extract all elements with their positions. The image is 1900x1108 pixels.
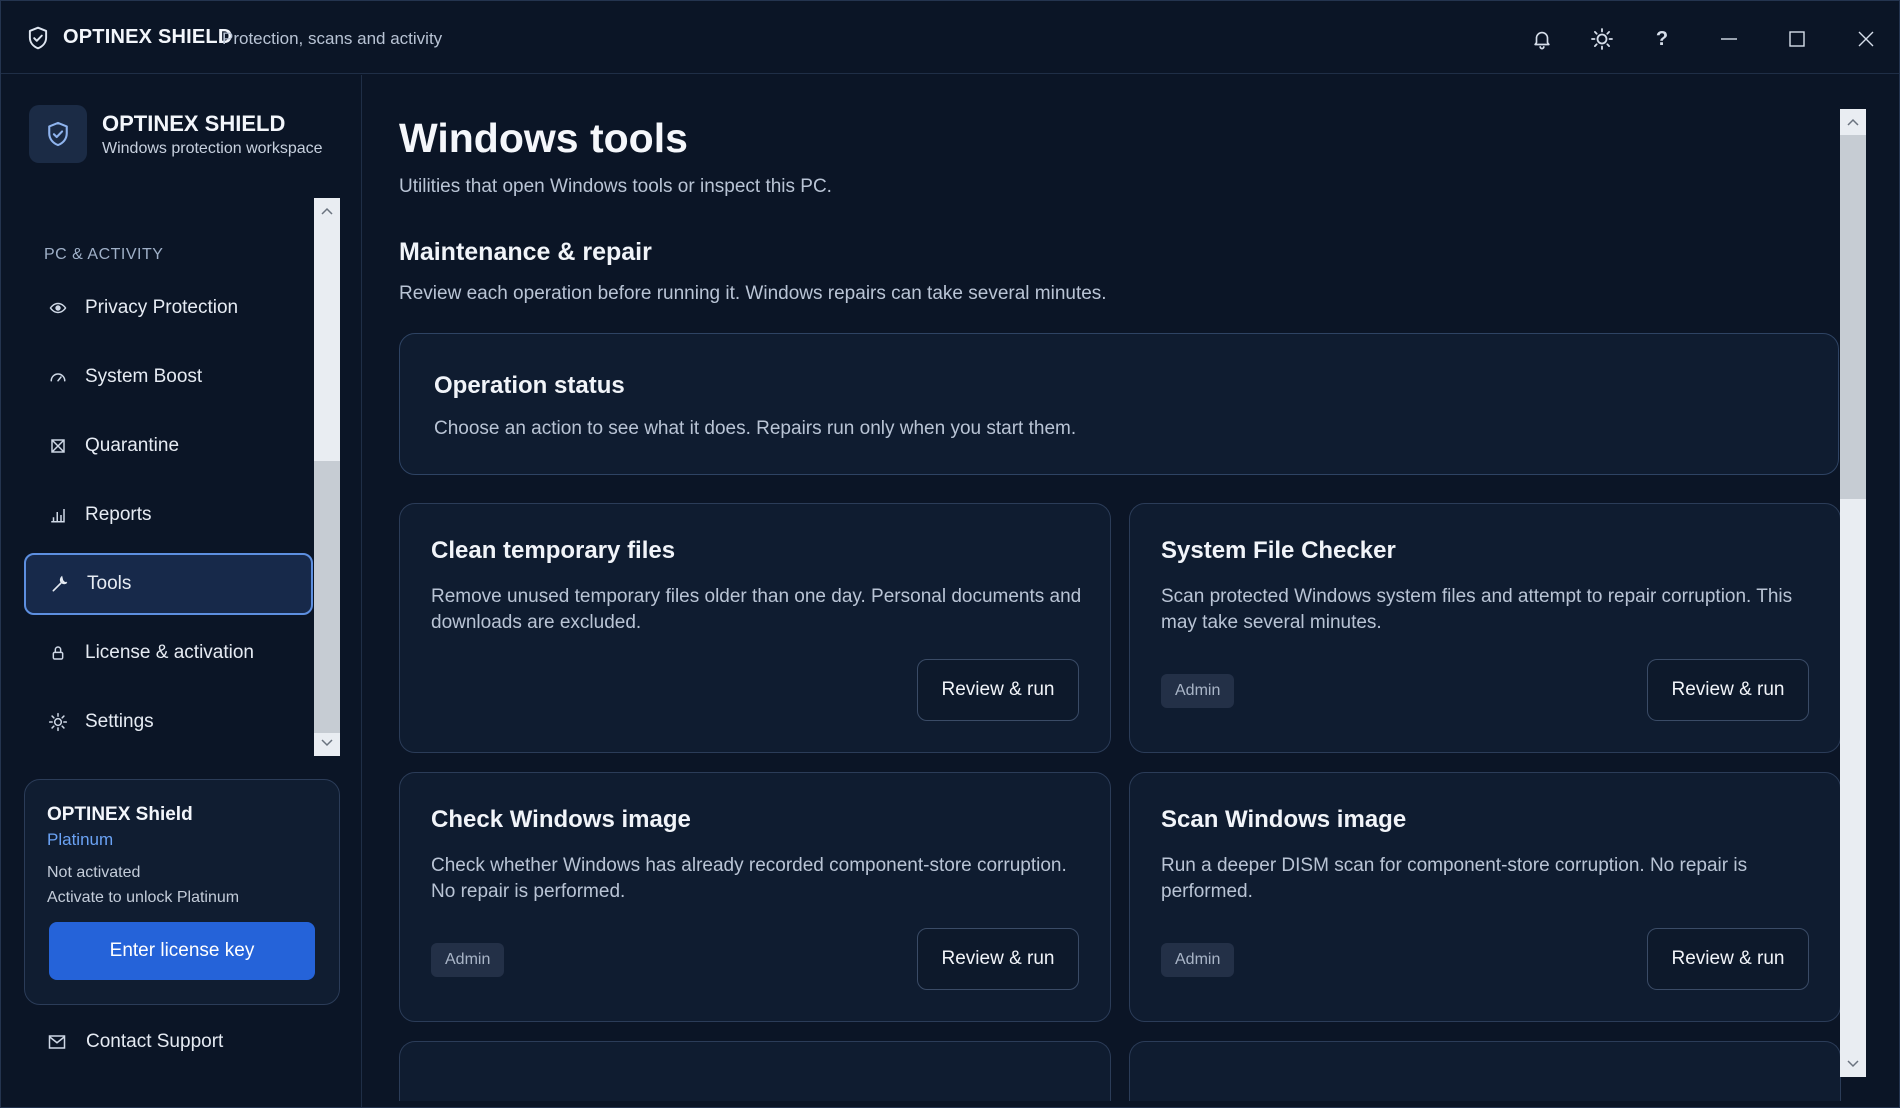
tool-title: Clean temporary files bbox=[431, 537, 676, 564]
main-scroll-thumb[interactable] bbox=[1840, 135, 1866, 499]
eye-icon bbox=[48, 298, 68, 318]
sidebar-item-label: Quarantine bbox=[85, 435, 180, 456]
wrench-icon bbox=[50, 574, 70, 594]
review-run-button[interactable]: Review & run bbox=[1647, 659, 1809, 721]
sidebar-item-settings[interactable]: Settings bbox=[24, 691, 313, 753]
nav-section-label: PC & ACTIVITY bbox=[44, 246, 164, 263]
license-product-name: OPTINEX Shield bbox=[47, 804, 193, 825]
quarantine-box-icon bbox=[48, 436, 68, 456]
review-run-button[interactable]: Review & run bbox=[917, 659, 1079, 721]
shield-check-icon bbox=[48, 121, 68, 147]
tool-title: Scan Windows image bbox=[1161, 806, 1407, 833]
page-subtitle: Utilities that open Windows tools or ins… bbox=[399, 176, 832, 197]
shield-logo-icon bbox=[25, 25, 51, 51]
admin-badge: Admin bbox=[431, 943, 505, 977]
bar-chart-icon bbox=[48, 505, 68, 525]
sidebar-item-label: Tools bbox=[87, 573, 132, 594]
title-bar[interactable]: OPTINEX SHIELD Protection, scans and act… bbox=[1, 1, 1899, 74]
sidebar-item-label: Settings bbox=[85, 711, 154, 732]
notifications-button[interactable] bbox=[1522, 19, 1562, 59]
operation-status-description: Choose an action to see what it does. Re… bbox=[434, 418, 1077, 439]
maximize-button[interactable] bbox=[1777, 19, 1817, 59]
main-scrollbar[interactable] bbox=[1840, 109, 1866, 1077]
scroll-down-arrow-icon[interactable] bbox=[314, 732, 340, 754]
license-status: Not activated bbox=[47, 864, 141, 881]
license-tier: Platinum bbox=[47, 830, 114, 849]
maximize-icon bbox=[1789, 31, 1805, 47]
brand-subtitle: Windows protection workspace bbox=[102, 140, 323, 157]
tool-description: Remove unused temporary files older than… bbox=[431, 586, 1082, 633]
page-title: Windows tools bbox=[399, 115, 688, 161]
sun-icon bbox=[1591, 28, 1613, 50]
scroll-down-arrow-icon[interactable] bbox=[1840, 1053, 1866, 1075]
bell-icon bbox=[1534, 31, 1550, 50]
sidebar-item-license-activation[interactable]: License & activation bbox=[24, 622, 313, 684]
scroll-up-arrow-icon[interactable] bbox=[314, 200, 340, 222]
sidebar-item-system-boost[interactable]: System Boost bbox=[24, 346, 313, 408]
minimize-icon bbox=[1721, 38, 1737, 40]
minimize-button[interactable] bbox=[1709, 19, 1749, 59]
app-window: OPTINEX SHIELD Protection, scans and act… bbox=[0, 0, 1900, 1108]
contact-support-link[interactable]: Contact Support bbox=[48, 1031, 223, 1053]
tool-card-check-windows-image: Check Windows image Check whether Window… bbox=[399, 772, 1111, 1022]
tool-description: Scan protected Windows system files and … bbox=[1161, 586, 1793, 633]
close-button[interactable] bbox=[1846, 19, 1886, 59]
sidebar-scroll-thumb[interactable] bbox=[314, 461, 340, 733]
sidebar-item-label: System Boost bbox=[85, 366, 203, 387]
scroll-up-arrow-icon[interactable] bbox=[1840, 111, 1866, 133]
tool-description: Run a deeper DISM scan for component-sto… bbox=[1161, 855, 1748, 902]
tool-card-clean-temp-files: Clean temporary files Remove unused temp… bbox=[399, 503, 1111, 753]
sidebar-item-reports[interactable]: Reports bbox=[24, 484, 313, 546]
operation-status-title: Operation status bbox=[434, 372, 625, 399]
sidebar-item-label: License & activation bbox=[85, 642, 254, 663]
tool-card-scan-windows-image: Scan Windows image Run a deeper DISM sca… bbox=[1129, 772, 1841, 1022]
main-content: Windows tools Utilities that open Window… bbox=[363, 75, 1899, 1107]
close-icon bbox=[1858, 31, 1874, 47]
section-title: Maintenance & repair bbox=[399, 238, 652, 266]
contact-support-label: Contact Support bbox=[86, 1031, 224, 1052]
tool-description: Check whether Windows has already record… bbox=[431, 855, 1067, 902]
sidebar-item-tools[interactable]: Tools bbox=[24, 553, 313, 615]
tool-title: Check Windows image bbox=[431, 806, 691, 833]
enter-license-key-button[interactable]: Enter license key bbox=[49, 922, 315, 980]
speedometer-icon bbox=[48, 367, 68, 387]
gear-icon bbox=[48, 712, 68, 732]
brand-name: OPTINEX SHIELD bbox=[102, 111, 286, 136]
license-card: OPTINEX Shield Platinum Not activated Ac… bbox=[24, 779, 340, 1005]
sidebar-item-quarantine[interactable]: Quarantine bbox=[24, 415, 313, 477]
brand-logo bbox=[29, 105, 87, 163]
review-run-button[interactable]: Review & run bbox=[917, 928, 1079, 990]
lock-icon bbox=[48, 643, 68, 663]
sidebar-item-label: Privacy Protection bbox=[85, 297, 239, 318]
tool-title: System File Checker bbox=[1161, 537, 1396, 564]
tool-card-system-file-checker: System File Checker Scan protected Windo… bbox=[1129, 503, 1841, 753]
app-title: OPTINEX SHIELD bbox=[63, 26, 233, 48]
tool-card-partial bbox=[1129, 1041, 1841, 1101]
admin-badge: Admin bbox=[1161, 674, 1235, 708]
mail-icon bbox=[48, 1035, 66, 1049]
app-subtitle: Protection, scans and activity bbox=[222, 29, 443, 48]
admin-badge: Admin bbox=[1161, 943, 1235, 977]
sidebar-scrollbar[interactable] bbox=[314, 198, 340, 756]
tool-card-partial bbox=[399, 1041, 1111, 1101]
license-hint: Activate to unlock Platinum bbox=[47, 889, 240, 906]
section-subtitle: Review each operation before running it.… bbox=[399, 283, 1107, 304]
sidebar-item-privacy-protection[interactable]: Privacy Protection bbox=[24, 277, 313, 339]
operation-status-card: Operation status Choose an action to see… bbox=[399, 333, 1839, 475]
theme-toggle-button[interactable] bbox=[1582, 19, 1622, 59]
review-run-button[interactable]: Review & run bbox=[1647, 928, 1809, 990]
sidebar-item-label: Reports bbox=[85, 504, 152, 525]
help-button[interactable]: ? bbox=[1642, 19, 1682, 59]
